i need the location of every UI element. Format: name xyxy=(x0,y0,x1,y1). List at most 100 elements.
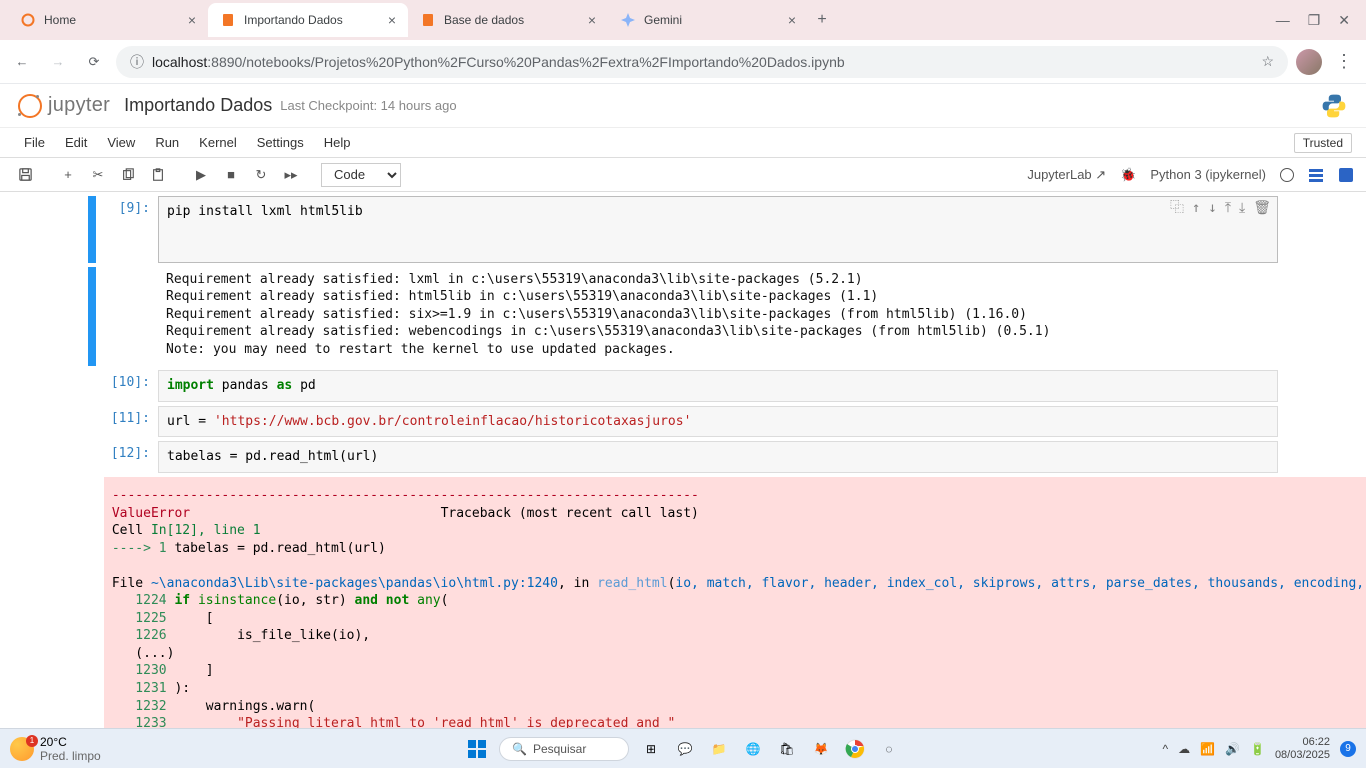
menu-kernel[interactable]: Kernel xyxy=(189,135,247,150)
chevron-up-icon[interactable]: ^ xyxy=(1162,742,1168,756)
close-icon[interactable]: × xyxy=(788,12,796,28)
delete-cell-icon[interactable]: 🗑 xyxy=(1253,199,1271,218)
cell-prompt: [10]: xyxy=(96,370,158,402)
weather-widget[interactable]: 20°C Pred. limpo xyxy=(10,735,101,763)
jupyter-favicon-icon xyxy=(20,12,36,28)
close-icon[interactable]: × xyxy=(188,12,196,28)
forward-button[interactable]: → xyxy=(44,48,72,76)
code-cell[interactable]: [12]: tabelas = pd.read_html(url) xyxy=(88,441,1278,473)
loading-app-icon[interactable]: ◌ xyxy=(877,737,901,761)
code-input[interactable]: pip install lxml html5lib ⿻ ↑ ↓ ⤒ ⤓ 🗑 xyxy=(158,196,1278,263)
code-cell[interactable]: [10]: import pandas as pd xyxy=(88,370,1278,402)
task-view-icon[interactable]: ⊞ xyxy=(639,737,663,761)
site-info-icon[interactable]: ⓘ xyxy=(130,52,144,72)
chrome-icon[interactable] xyxy=(843,737,867,761)
restart-run-all-button[interactable]: ▸▸ xyxy=(278,162,304,188)
tabs-row: Home × Importando Dados × Base de dados … xyxy=(8,0,1260,40)
save-button[interactable] xyxy=(12,162,38,188)
chrome-menu-button[interactable]: ⋮ xyxy=(1330,51,1358,72)
volume-icon[interactable]: 🔊 xyxy=(1225,742,1240,756)
cell-type-select[interactable]: Code xyxy=(321,163,401,187)
menu-help[interactable]: Help xyxy=(314,135,361,150)
notification-badge[interactable]: 9 xyxy=(1340,741,1356,757)
duplicate-cell-icon[interactable]: ⿻ xyxy=(1170,199,1184,218)
kernel-name[interactable]: Python 3 (ipykernel) xyxy=(1150,167,1266,182)
back-button[interactable]: ← xyxy=(8,48,36,76)
jupyter-header: jupyter Importando Dados Last Checkpoint… xyxy=(0,84,1366,128)
code-input[interactable]: tabelas = pd.read_html(url) xyxy=(158,441,1278,473)
paste-button[interactable] xyxy=(145,162,171,188)
temperature: 20°C xyxy=(40,735,101,749)
jupyter-logo[interactable]: jupyter xyxy=(18,94,110,118)
tab-gemini[interactable]: Gemini × xyxy=(608,3,808,37)
taskbar-center: 🔍 Pesquisar ⊞ 💬 📁 🌐 🛍 🦊 ◌ xyxy=(465,737,901,761)
insert-above-icon[interactable]: ⤒ xyxy=(1225,199,1231,218)
new-tab-button[interactable]: + xyxy=(808,11,836,29)
notebook-favicon-icon xyxy=(220,12,236,28)
notebook-title[interactable]: Importando Dados xyxy=(124,95,272,116)
minimize-button[interactable]: ― xyxy=(1276,12,1290,29)
cell-prompt: [11]: xyxy=(96,406,158,438)
close-window-button[interactable]: ✕ xyxy=(1338,12,1350,29)
wifi-icon[interactable]: 📶 xyxy=(1200,742,1215,756)
menu-file[interactable]: File xyxy=(14,135,55,150)
move-up-icon[interactable]: ↑ xyxy=(1192,199,1200,218)
menu-view[interactable]: View xyxy=(97,135,145,150)
toolbar-right: JupyterLab ↗ 🐞 Python 3 (ipykernel) xyxy=(1027,167,1354,183)
trusted-badge[interactable]: Trusted xyxy=(1294,133,1352,153)
clock[interactable]: 06:22 08/03/2025 xyxy=(1275,736,1330,761)
cut-button[interactable]: ✂ xyxy=(85,162,111,188)
address-bar[interactable]: ⓘ localhost:8890/notebooks/Projetos%20Py… xyxy=(116,46,1288,78)
code-cell[interactable]: [11]: url = 'https://www.bcb.gov.br/cont… xyxy=(88,406,1278,438)
close-icon[interactable]: × xyxy=(588,12,596,28)
close-icon[interactable]: × xyxy=(388,12,396,28)
battery-icon[interactable]: 🔋 xyxy=(1250,742,1265,756)
taskbar-search[interactable]: 🔍 Pesquisar xyxy=(499,737,629,761)
start-button[interactable] xyxy=(465,737,489,761)
file-explorer-icon[interactable]: 📁 xyxy=(707,737,731,761)
windows-taskbar: 20°C Pred. limpo 🔍 Pesquisar ⊞ 💬 📁 🌐 🛍 🦊… xyxy=(0,728,1366,768)
tab-title: Gemini xyxy=(644,13,780,27)
store-icon[interactable]: 🛍 xyxy=(775,737,799,761)
notebook-area[interactable]: [9]: pip install lxml html5lib ⿻ ↑ ↓ ⤒ ⤓… xyxy=(0,192,1366,728)
tab-title: Base de dados xyxy=(444,13,580,27)
insert-cell-button[interactable]: + xyxy=(55,162,81,188)
run-button[interactable]: ▶ xyxy=(188,162,214,188)
reload-button[interactable]: ⟳ xyxy=(80,48,108,76)
menu-edit[interactable]: Edit xyxy=(55,135,97,150)
cell-prompt: [9]: xyxy=(96,196,158,263)
menu-settings[interactable]: Settings xyxy=(247,135,314,150)
output-area: . Requirement already satisfied: lxml in… xyxy=(88,267,1278,367)
output-stream: Requirement already satisfied: lxml in c… xyxy=(158,267,1278,367)
python-logo-icon xyxy=(1320,92,1348,120)
tab-home[interactable]: Home × xyxy=(8,3,208,37)
code-input[interactable]: import pandas as pd xyxy=(158,370,1278,402)
tab-importando-dados[interactable]: Importando Dados × xyxy=(208,3,408,37)
menu-bar: File Edit View Run Kernel Settings Help … xyxy=(0,128,1366,158)
copy-button[interactable] xyxy=(115,162,141,188)
tab-base-de-dados[interactable]: Base de dados × xyxy=(408,3,608,37)
maximize-button[interactable]: ❐ xyxy=(1308,12,1321,29)
move-down-icon[interactable]: ↓ xyxy=(1208,199,1216,218)
jupyterlab-link[interactable]: JupyterLab ↗ xyxy=(1027,167,1106,183)
interrupt-button[interactable]: ■ xyxy=(218,162,244,188)
gemini-favicon-icon xyxy=(620,12,636,28)
kernel-status-icon xyxy=(1280,168,1294,182)
code-cell[interactable]: [9]: pip install lxml html5lib ⿻ ↑ ↓ ⤒ ⤓… xyxy=(88,196,1278,263)
toc-icon[interactable] xyxy=(1308,167,1324,183)
profile-avatar[interactable] xyxy=(1296,49,1322,75)
bookmark-star-icon[interactable]: ☆ xyxy=(1261,53,1274,70)
edge-icon[interactable]: 🌐 xyxy=(741,737,765,761)
firefox-icon[interactable]: 🦊 xyxy=(809,737,833,761)
insert-below-icon[interactable]: ⤓ xyxy=(1239,199,1245,218)
restart-button[interactable]: ↻ xyxy=(248,162,274,188)
menu-run[interactable]: Run xyxy=(145,135,189,150)
url-path: :8890/notebooks/Projetos%20Python%2FCurs… xyxy=(207,54,844,70)
cell-toolbar: ⿻ ↑ ↓ ⤒ ⤓ 🗑 xyxy=(1170,199,1271,218)
debugger-icon[interactable]: 🐞 xyxy=(1120,167,1136,183)
toolbar: + ✂ ▶ ■ ↻ ▸▸ Code JupyterLab ↗ 🐞 Python … xyxy=(0,158,1366,192)
notebook-tools-icon[interactable] xyxy=(1338,167,1354,183)
chat-icon[interactable]: 💬 xyxy=(673,737,697,761)
code-input[interactable]: url = 'https://www.bcb.gov.br/controlein… xyxy=(158,406,1278,438)
onedrive-icon[interactable]: ☁ xyxy=(1178,742,1190,756)
